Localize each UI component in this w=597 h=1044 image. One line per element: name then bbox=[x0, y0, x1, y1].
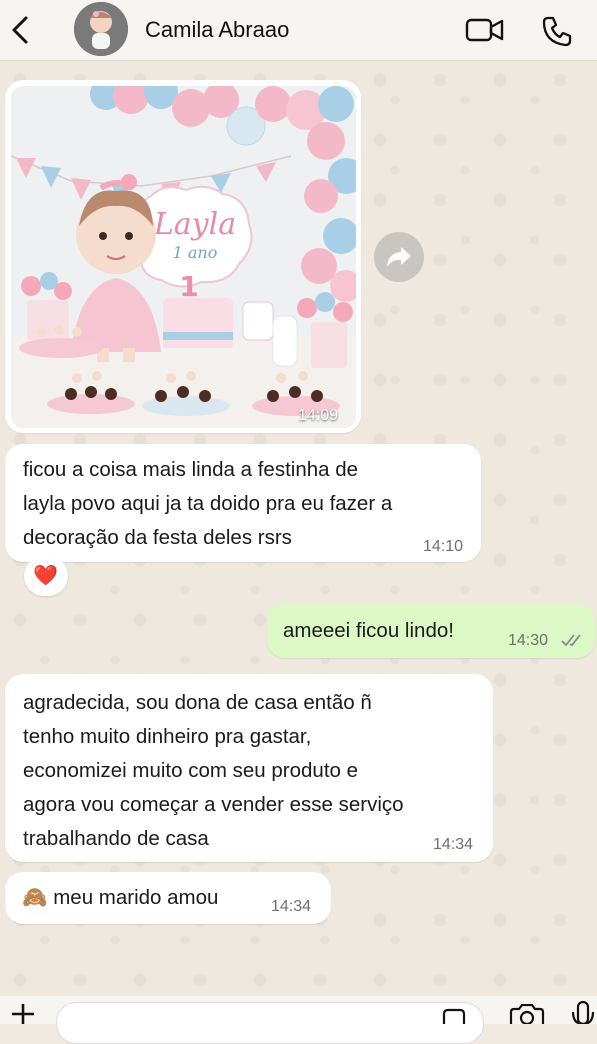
plus-icon[interactable] bbox=[8, 1000, 38, 1024]
contact-name[interactable]: Camila Abraao bbox=[145, 17, 289, 43]
chat-header: Camila Abraao bbox=[0, 0, 597, 61]
phone-call-icon[interactable] bbox=[540, 14, 574, 48]
back-arrow-icon[interactable] bbox=[6, 12, 36, 48]
party-photo[interactable]: Layla 1 ano 1 bbox=[11, 86, 356, 428]
read-ticks-icon bbox=[561, 634, 581, 647]
sticker-icon[interactable] bbox=[440, 1008, 468, 1024]
message-text: ameeei ficou lindo! bbox=[283, 619, 454, 642]
microphone-icon[interactable] bbox=[570, 1000, 596, 1024]
heart-reaction[interactable]: ❤️ bbox=[24, 556, 68, 596]
message-text: ficou a coisa mais linda a festinha de l… bbox=[23, 458, 393, 549]
message-time: 14:09 bbox=[298, 407, 339, 424]
sign-subtitle: 1 ano bbox=[173, 243, 218, 262]
message-input[interactable] bbox=[56, 1002, 484, 1044]
reaction-emoji: ❤️ bbox=[33, 565, 58, 587]
avatar[interactable] bbox=[74, 2, 128, 56]
forward-icon bbox=[387, 247, 411, 267]
message-time: 14:34 bbox=[271, 898, 312, 915]
message-time: 14:10 bbox=[423, 538, 464, 555]
message-text: 🙈 meu marido amou bbox=[22, 886, 219, 909]
message-time: 14:30 bbox=[508, 632, 549, 649]
video-call-icon[interactable] bbox=[464, 14, 506, 46]
camera-icon[interactable] bbox=[508, 1004, 546, 1024]
sign-name: Layla bbox=[153, 207, 236, 242]
message-text: agradecida, sou dona de casa então ñ ten… bbox=[23, 691, 404, 850]
forward-button[interactable] bbox=[374, 232, 424, 282]
message-time: 14:34 bbox=[433, 836, 474, 853]
